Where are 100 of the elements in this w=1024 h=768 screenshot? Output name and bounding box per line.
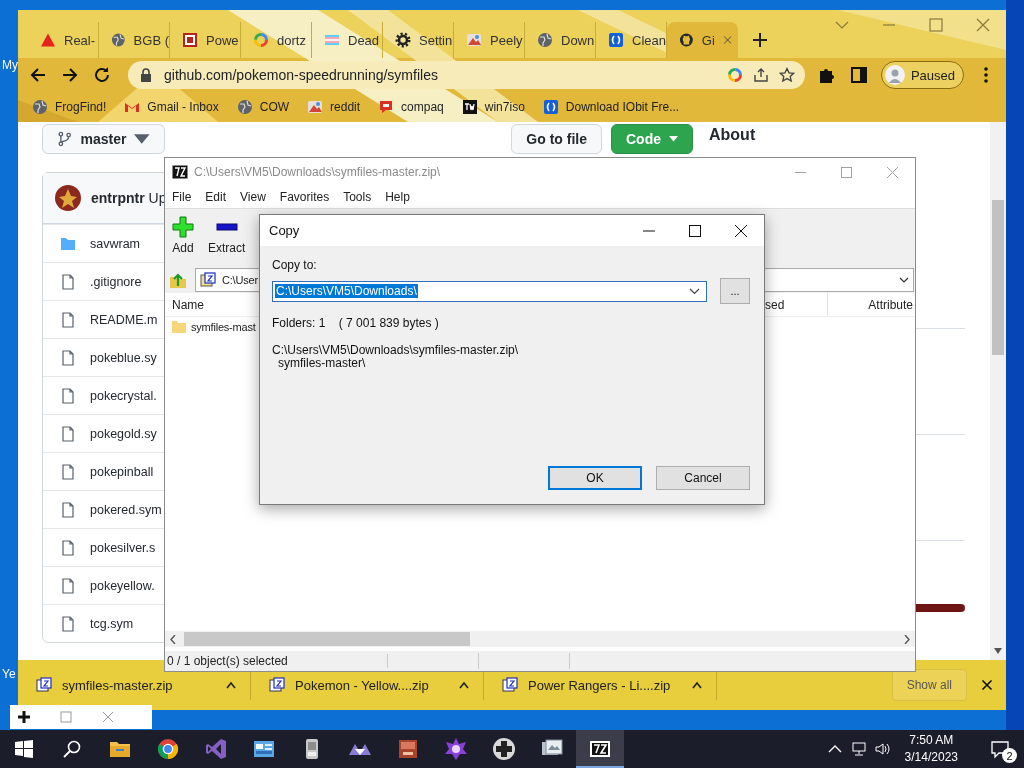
ring-logo-icon xyxy=(253,32,269,48)
scrollbar[interactable] xyxy=(990,122,1006,660)
status-text: 0 / 1 object(s) selected xyxy=(165,654,388,668)
profile-button[interactable]: Paused xyxy=(880,61,964,89)
browser-tab[interactable]: BGB ( xyxy=(99,22,170,58)
dpad-icon xyxy=(492,737,516,761)
browser-tab[interactable]: Powe xyxy=(170,22,241,58)
taskbar-button[interactable] xyxy=(576,730,624,768)
file-name[interactable]: symfiles-mast xyxy=(191,321,256,333)
bookmark[interactable]: compaq xyxy=(378,99,444,115)
bookmark[interactable]: win7iso xyxy=(461,99,525,115)
window-title: C:\Users\VM5\Downloads\symfiles-master.zip\ xyxy=(194,165,441,179)
browser-tab[interactable]: Dead xyxy=(312,22,383,58)
browser-tab[interactable]: Real- xyxy=(28,22,99,58)
scroll-right-icon[interactable] xyxy=(904,634,910,644)
file-name[interactable]: pokesilver.s xyxy=(90,540,156,555)
desktop-icon-label[interactable]: Ye xyxy=(2,667,16,681)
source-path: symfiles-master\ xyxy=(278,357,366,370)
bookmark[interactable]: COW xyxy=(236,99,290,115)
file-name[interactable]: pokegold.sy xyxy=(90,426,157,441)
scroll-thumb[interactable] xyxy=(992,200,1004,355)
volume-icon[interactable] xyxy=(874,741,891,757)
star-logo-icon xyxy=(444,737,468,761)
star-icon[interactable] xyxy=(778,67,795,83)
file-icon xyxy=(60,425,76,442)
field-label: Copy to: xyxy=(272,258,318,272)
ring-logo-icon[interactable] xyxy=(726,67,743,83)
menu-item[interactable]: Favorites xyxy=(279,190,330,204)
menu-item[interactable]: Edit xyxy=(205,190,227,204)
close-icon[interactable] xyxy=(735,224,747,237)
desktop-icon-label[interactable]: My xyxy=(2,58,18,72)
toolbar-button[interactable]: Extract xyxy=(208,216,246,255)
folder-up-icon[interactable] xyxy=(169,271,187,289)
caret-icon xyxy=(669,136,678,142)
cancel-button[interactable]: Cancel xyxy=(656,466,750,490)
scroll-thumb[interactable] xyxy=(184,632,470,646)
show-all-button[interactable]: Show all xyxy=(891,669,967,701)
go-to-file-button[interactable]: Go to file xyxy=(511,124,602,154)
bookmark[interactable]: FrogFind! xyxy=(32,99,107,115)
branch-button[interactable]: master xyxy=(42,124,165,154)
caret-up-icon[interactable] xyxy=(692,681,702,689)
folder-icon xyxy=(171,320,187,334)
globe-icon xyxy=(236,99,253,115)
clock-date[interactable]: 3/14/2023 xyxy=(904,749,958,766)
file-name[interactable]: savwram xyxy=(90,236,140,251)
section-heading: About xyxy=(709,126,757,144)
address-bar[interactable]: github.com/pokemon-speedrunning/symfiles xyxy=(128,61,805,89)
file-name[interactable]: .gitignore xyxy=(90,274,142,289)
chevron-down-icon[interactable] xyxy=(899,277,909,283)
file-name[interactable]: pokeblue.sy xyxy=(90,350,157,365)
folder-icon xyxy=(60,235,76,252)
destination-field[interactable]: C:\Users\VM5\Downloads\ xyxy=(272,280,708,302)
notification-icon[interactable] xyxy=(990,739,1010,759)
browser-tab[interactable]: Peely xyxy=(454,22,525,58)
close-icon[interactable] xyxy=(981,679,993,691)
menu-item[interactable]: Help xyxy=(385,190,410,204)
file-name[interactable]: pokepinball xyxy=(90,464,154,479)
scroll-left-icon[interactable] xyxy=(170,634,176,644)
summary-text: Folders: 1 ( 7 001 839 bytes ) xyxy=(272,316,440,330)
clock-time[interactable]: 7:50 AM xyxy=(909,732,954,749)
menu-item[interactable]: View xyxy=(240,190,266,204)
scroll-down-icon[interactable] xyxy=(994,648,1002,654)
bookmark[interactable]: reddit xyxy=(307,99,361,115)
bookmark[interactable]: Download IObit Fre... xyxy=(542,99,680,115)
toolbar-button[interactable]: Add xyxy=(172,216,194,255)
browser-tab[interactable]: Settin xyxy=(383,22,454,58)
url-text[interactable]: github.com/pokemon-speedrunning/symfiles xyxy=(164,67,717,83)
scrollbar[interactable] xyxy=(165,631,915,647)
file-name[interactable]: pokered.sym xyxy=(90,502,162,517)
caret-up-icon[interactable] xyxy=(226,681,236,689)
browser-tab[interactable]: dortz xyxy=(241,22,312,58)
file-name[interactable]: README.m xyxy=(90,312,158,327)
file-icon xyxy=(60,311,76,328)
browse-button[interactable]: ... xyxy=(720,278,750,304)
archive-file-icon xyxy=(200,272,216,288)
new-tab-icon[interactable] xyxy=(752,32,768,48)
plus-icon xyxy=(172,216,194,238)
dialog-title: Copy xyxy=(269,223,300,238)
file-name[interactable]: pokeyellow. xyxy=(90,578,155,593)
warning-icon xyxy=(40,32,56,48)
sidebar-icon[interactable] xyxy=(848,65,869,85)
thumbnail-icon xyxy=(307,99,324,115)
share-icon[interactable] xyxy=(752,67,769,83)
browser-tab[interactable]: Gi xyxy=(667,22,738,58)
caret-up-icon[interactable] xyxy=(459,681,469,689)
browser-tab[interactable]: Down xyxy=(525,22,596,58)
reload-icon[interactable] xyxy=(92,65,112,85)
file-icon xyxy=(60,577,76,594)
file-name[interactable]: tcg.sym xyxy=(90,616,134,631)
menu-item[interactable]: Tools xyxy=(343,190,372,204)
file-icon xyxy=(60,387,76,404)
menu-item[interactable]: File xyxy=(172,190,192,204)
chevron-down-icon xyxy=(689,287,701,295)
network-icon[interactable] xyxy=(850,741,867,757)
column-header[interactable]: Attribute xyxy=(828,293,915,316)
file-name[interactable]: pokecrystal. xyxy=(90,388,157,403)
maximize-icon[interactable] xyxy=(689,224,701,237)
globe-icon xyxy=(111,32,126,48)
start-icon[interactable] xyxy=(12,737,36,761)
ok-button[interactable]: OK xyxy=(548,466,642,490)
